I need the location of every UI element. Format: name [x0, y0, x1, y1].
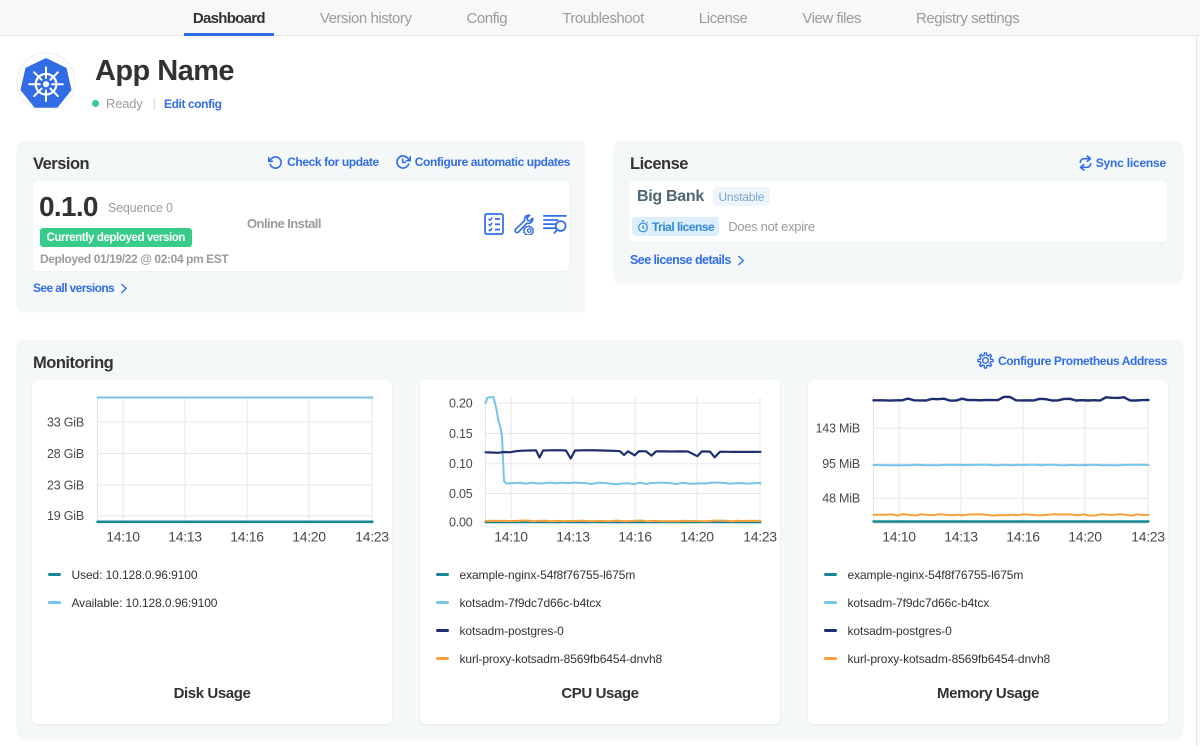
svg-text:14:10: 14:10	[882, 529, 916, 545]
svg-text:33 GiB: 33 GiB	[47, 415, 84, 429]
svg-text:14:23: 14:23	[355, 529, 389, 545]
svg-text:95 MiB: 95 MiB	[822, 457, 860, 471]
svg-text:14:23: 14:23	[743, 529, 777, 545]
svg-text:23 GiB: 23 GiB	[47, 478, 84, 492]
svg-text:14:10: 14:10	[494, 529, 528, 545]
svg-text:14:23: 14:23	[1131, 529, 1165, 545]
svg-text:0.15: 0.15	[449, 427, 473, 441]
svg-text:14:20: 14:20	[292, 529, 326, 545]
svg-text:19 GiB: 19 GiB	[47, 509, 84, 523]
svg-text:143 MiB: 143 MiB	[816, 422, 860, 436]
svg-text:48 MiB: 48 MiB	[822, 492, 860, 506]
svg-text:14:10: 14:10	[106, 529, 140, 545]
svg-text:14:13: 14:13	[556, 529, 590, 545]
svg-text:14:20: 14:20	[680, 529, 714, 545]
svg-text:14:16: 14:16	[1006, 529, 1040, 545]
svg-text:14:13: 14:13	[168, 529, 202, 545]
svg-text:0.05: 0.05	[449, 487, 473, 501]
svg-text:14:20: 14:20	[1068, 529, 1102, 545]
svg-text:14:13: 14:13	[944, 529, 978, 545]
svg-text:14:16: 14:16	[230, 529, 264, 545]
svg-text:14:16: 14:16	[618, 529, 652, 545]
svg-text:0.10: 0.10	[449, 457, 473, 471]
svg-text:0.00: 0.00	[449, 516, 473, 530]
svg-text:28 GiB: 28 GiB	[47, 447, 84, 461]
svg-text:0.20: 0.20	[449, 396, 473, 410]
